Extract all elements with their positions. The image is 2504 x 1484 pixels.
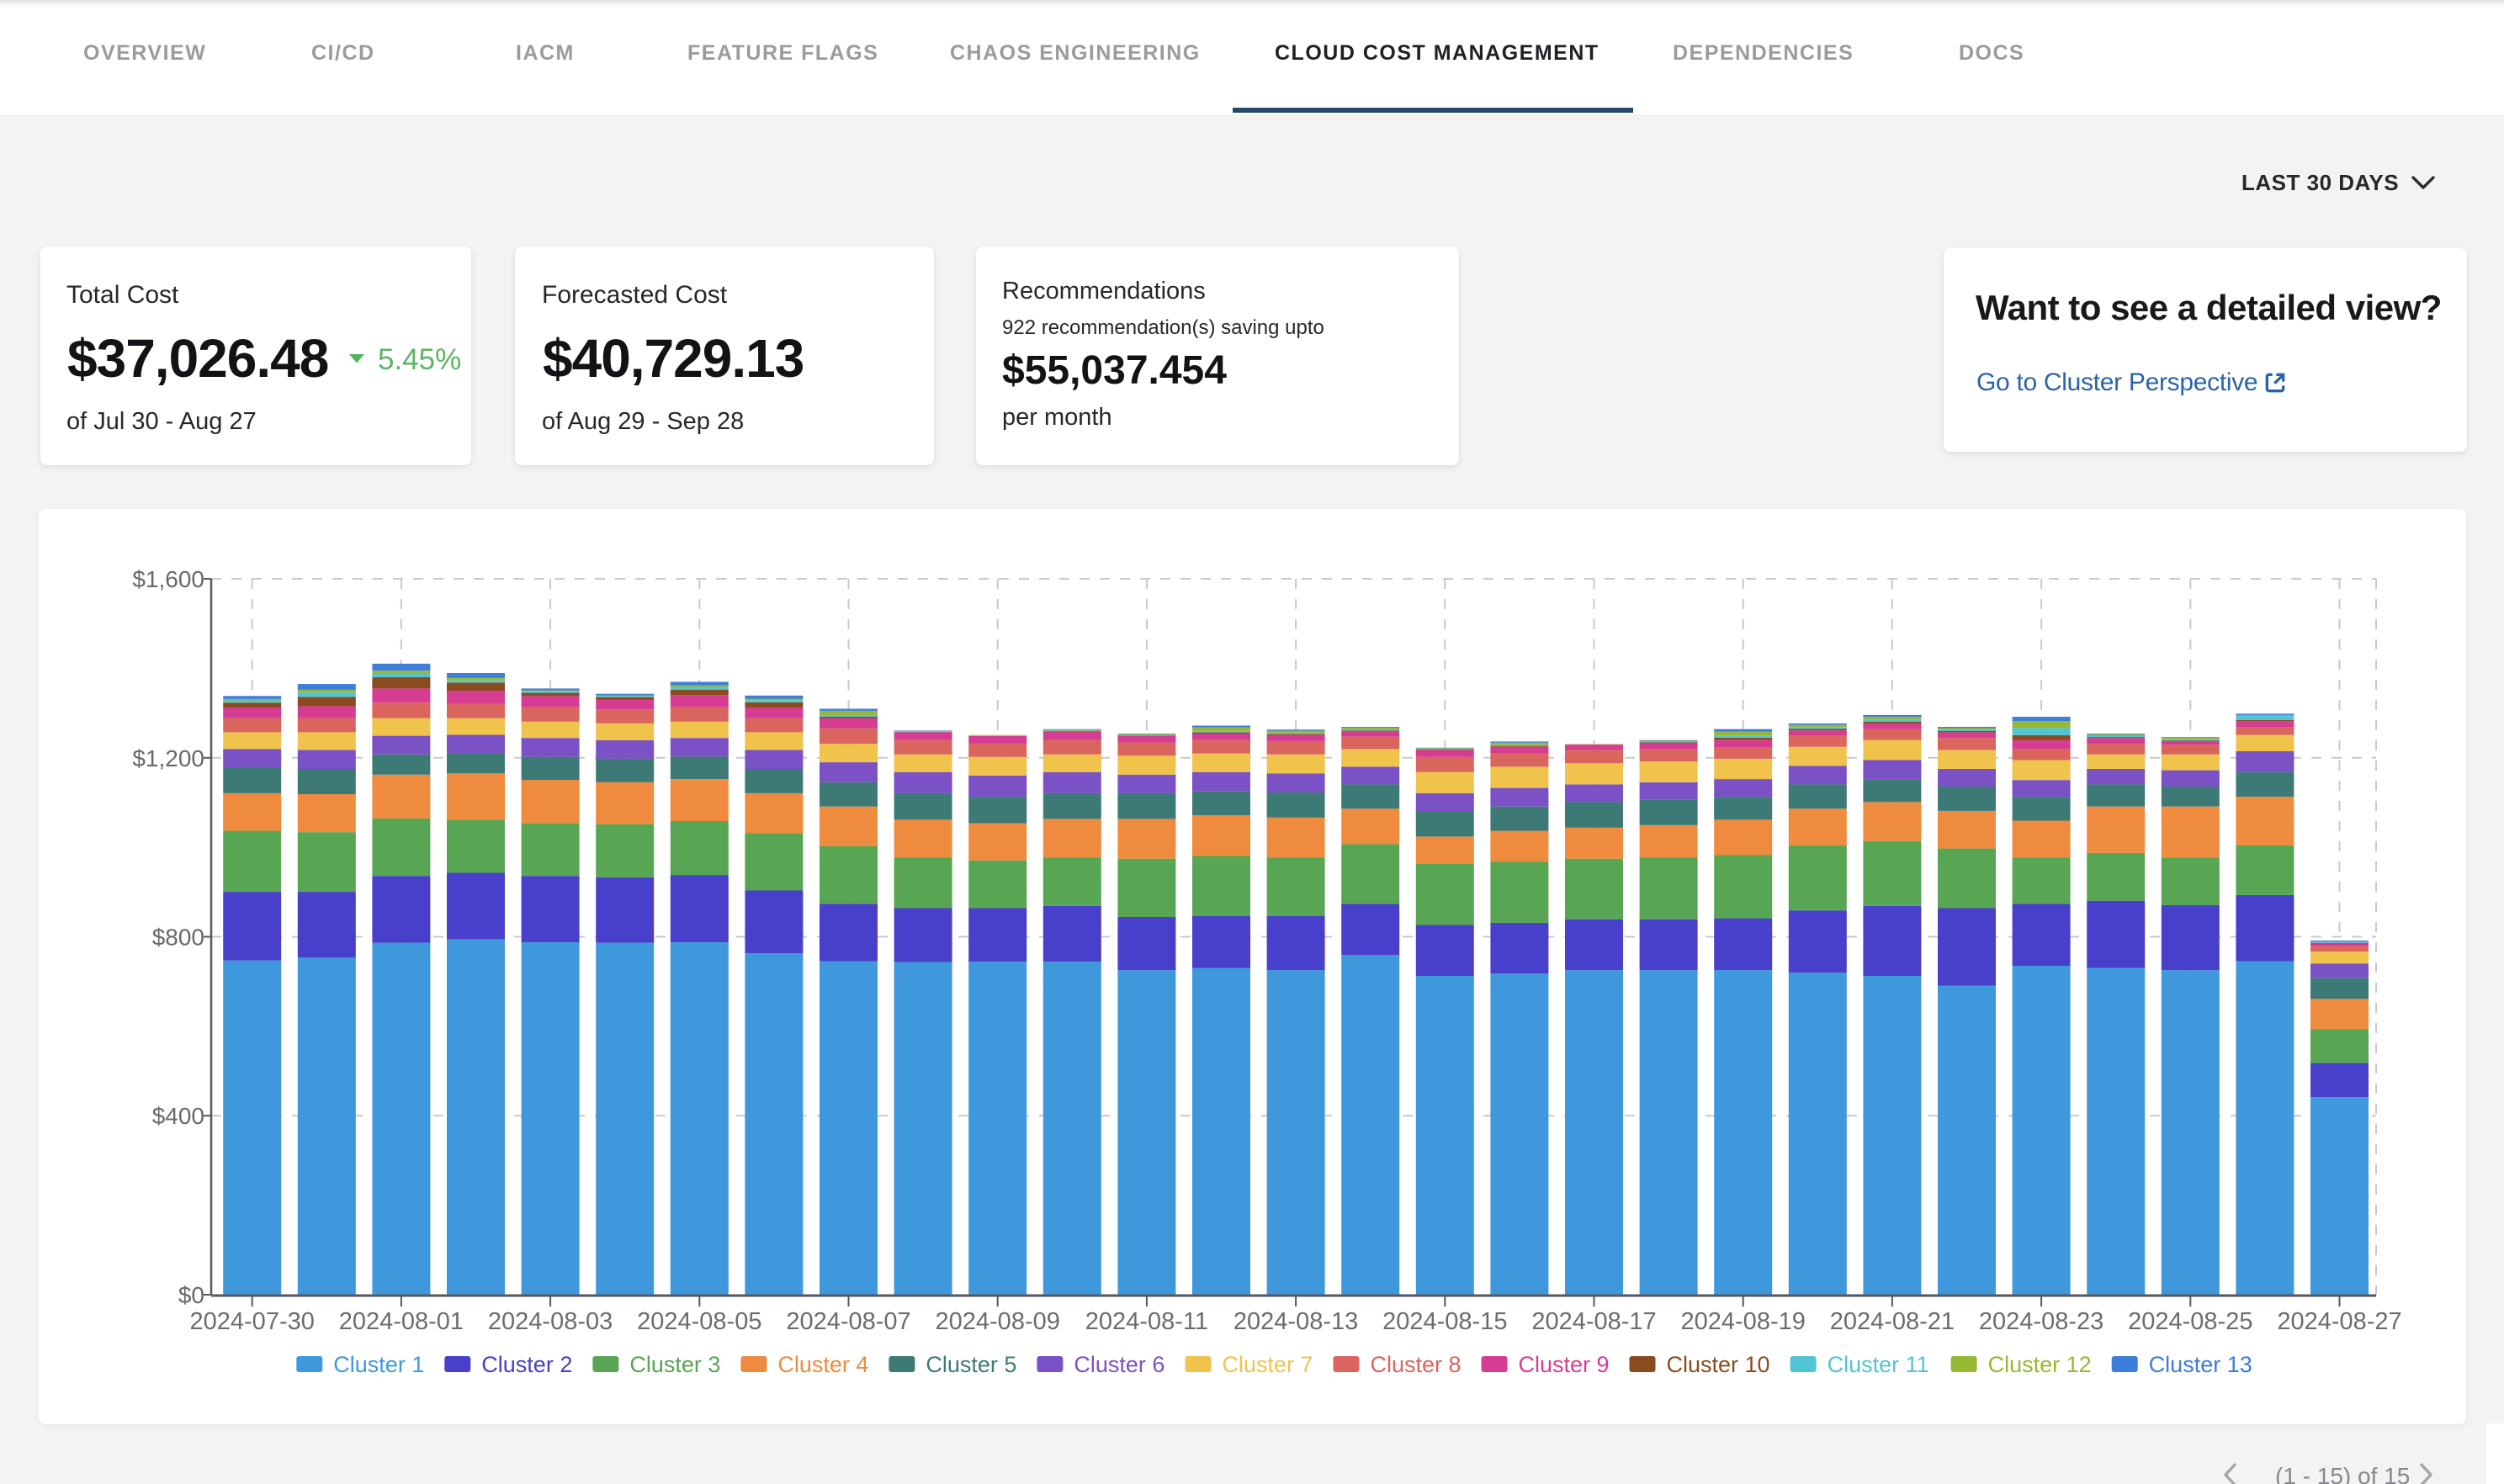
svg-text:2024-08-23: 2024-08-23 bbox=[1979, 1308, 2103, 1335]
svg-text:2024-07-30: 2024-07-30 bbox=[190, 1308, 315, 1335]
svg-text:Cluster 5: Cluster 5 bbox=[926, 1352, 1016, 1377]
svg-text:2024-08-01: 2024-08-01 bbox=[339, 1308, 464, 1335]
svg-text:Cluster 9: Cluster 9 bbox=[1519, 1352, 1610, 1377]
svg-text:Cluster 6: Cluster 6 bbox=[1074, 1352, 1164, 1377]
svg-text:$1,200: $1,200 bbox=[132, 745, 204, 771]
svg-text:$400: $400 bbox=[152, 1103, 204, 1129]
svg-text:Cluster 4: Cluster 4 bbox=[777, 1352, 868, 1377]
svg-text:2024-08-27: 2024-08-27 bbox=[2277, 1308, 2401, 1335]
svg-text:2024-08-19: 2024-08-19 bbox=[1681, 1308, 1806, 1335]
svg-text:Cluster 7: Cluster 7 bbox=[1223, 1352, 1313, 1377]
svg-text:$0: $0 bbox=[178, 1282, 204, 1308]
svg-text:2024-08-17: 2024-08-17 bbox=[1531, 1308, 1656, 1335]
svg-text:2024-08-03: 2024-08-03 bbox=[488, 1308, 613, 1335]
svg-text:2024-08-05: 2024-08-05 bbox=[637, 1308, 761, 1335]
svg-text:2024-08-15: 2024-08-15 bbox=[1382, 1308, 1507, 1335]
svg-text:Cluster 13: Cluster 13 bbox=[2149, 1352, 2252, 1377]
svg-text:2024-08-09: 2024-08-09 bbox=[936, 1308, 1060, 1335]
svg-text:$1,600: $1,600 bbox=[132, 566, 204, 592]
svg-text:2024-08-13: 2024-08-13 bbox=[1233, 1308, 1358, 1335]
svg-text:Cluster 8: Cluster 8 bbox=[1371, 1352, 1462, 1377]
svg-text:2024-08-25: 2024-08-25 bbox=[2128, 1308, 2252, 1335]
svg-text:Cluster 1: Cluster 1 bbox=[333, 1352, 424, 1377]
svg-text:Cluster 11: Cluster 11 bbox=[1828, 1352, 1929, 1377]
svg-text:Cluster 10: Cluster 10 bbox=[1667, 1352, 1770, 1377]
svg-text:2024-08-07: 2024-08-07 bbox=[786, 1308, 910, 1335]
svg-text:2024-08-11: 2024-08-11 bbox=[1085, 1308, 1208, 1335]
svg-text:$800: $800 bbox=[152, 925, 204, 951]
svg-text:Cluster 12: Cluster 12 bbox=[1988, 1352, 2092, 1377]
svg-text:Cluster 3: Cluster 3 bbox=[629, 1352, 720, 1377]
svg-text:2024-08-21: 2024-08-21 bbox=[1830, 1308, 1955, 1335]
svg-text:Cluster 2: Cluster 2 bbox=[481, 1352, 572, 1377]
